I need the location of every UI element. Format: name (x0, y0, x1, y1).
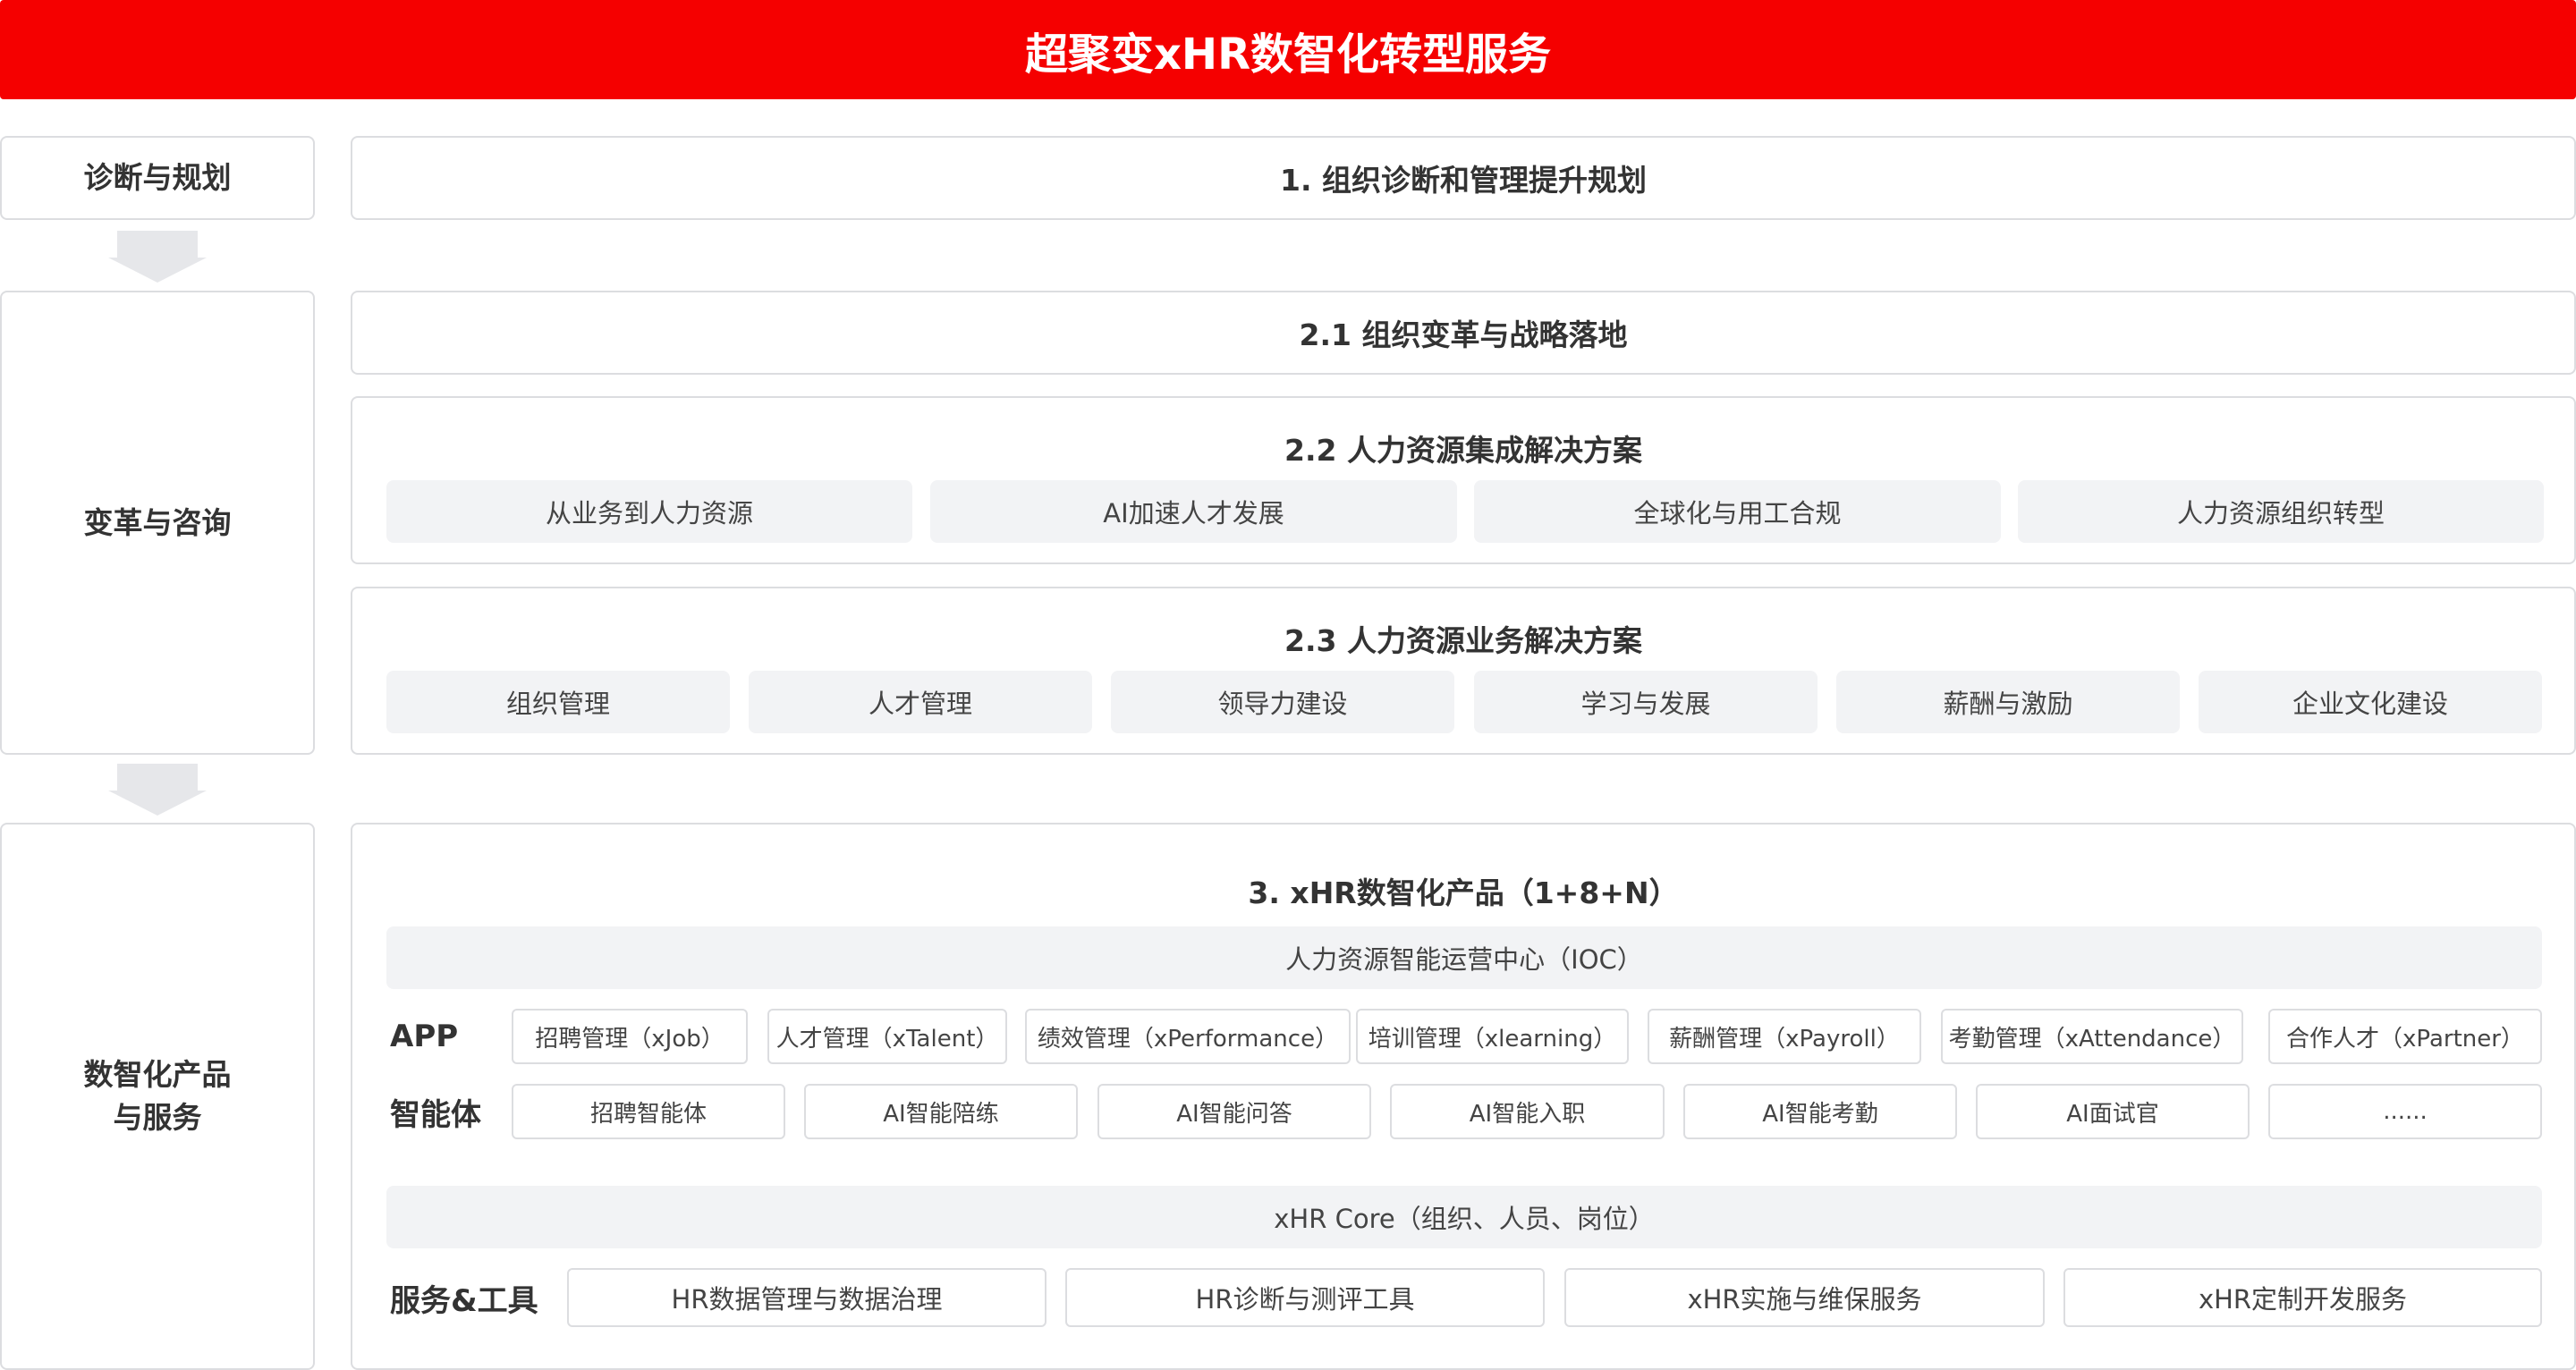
section-2-3-title: 2.3 人力资源业务解决方案 (1284, 623, 1642, 658)
app-cell: 合作人才（xPartner） (2268, 1009, 2542, 1064)
section-2-3: 2.3 人力资源业务解决方案 组织管理 人才管理 领导力建设 学习与发展 薪酬与… (351, 587, 2576, 755)
business-chip: 薪酬与激励 (1836, 671, 2180, 733)
stage-digital-label: 数智化产品 与服务 (0, 823, 315, 1370)
stage-diagnosis-label: 诊断与规划 (0, 136, 315, 220)
solution-chip: 人力资源组织转型 (2018, 480, 2544, 543)
solution-chip: AI加速人才发展 (930, 480, 1457, 543)
business-chip: 组织管理 (386, 671, 730, 733)
agent-cell: AI面试官 (1976, 1084, 2250, 1139)
solution-chip: 全球化与用工合规 (1474, 480, 2001, 543)
app-row-label: APP (390, 1019, 459, 1054)
stage-digital-line2: 与服务 (113, 1100, 202, 1135)
down-arrow-icon (108, 764, 207, 816)
section-3: 3. xHR数智化产品（1+8+N） 人力资源智能运营中心（IOC） APP 招… (351, 823, 2576, 1370)
service-cell: HR数据管理与数据治理 (567, 1268, 1046, 1327)
agent-cell: AI智能入职 (1390, 1084, 1665, 1139)
services-row-label: 服务&工具 (390, 1282, 538, 1319)
down-arrow-icon (108, 231, 207, 283)
agent-cell: AI智能考勤 (1683, 1084, 1957, 1139)
app-cell: 培训管理（xlearning） (1356, 1009, 1629, 1064)
ioc-bar: 人力资源智能运营中心（IOC） (386, 926, 2542, 989)
app-cell: 考勤管理（xAttendance） (1941, 1009, 2243, 1064)
section-2-2-title: 2.2 人力资源集成解决方案 (1284, 433, 1642, 468)
agent-row-label: 智能体 (390, 1096, 481, 1133)
page-title: 超聚变xHR数智化转型服务 (0, 0, 2576, 99)
stage-transform-label: 变革与咨询 (0, 291, 315, 755)
service-cell: xHR定制开发服务 (2063, 1268, 2542, 1327)
app-cell: 人才管理（xTalent） (767, 1009, 1007, 1064)
app-cell: 绩效管理（xPerformance） (1025, 1009, 1351, 1064)
agent-cell: 招聘智能体 (512, 1084, 785, 1139)
agent-cell: AI智能陪练 (804, 1084, 1078, 1139)
solution-chip: 从业务到人力资源 (386, 480, 912, 543)
section-3-title: 3. xHR数智化产品（1+8+N） (1248, 875, 1679, 910)
business-chip: 人才管理 (749, 671, 1092, 733)
xhr-core-bar: xHR Core（组织、人员、岗位） (386, 1186, 2542, 1248)
section-2-1-title: 2.1 组织变革与战略落地 (351, 291, 2576, 375)
section-2-2: 2.2 人力资源集成解决方案 从业务到人力资源 AI加速人才发展 全球化与用工合… (351, 396, 2576, 564)
service-cell: HR诊断与测评工具 (1065, 1268, 1545, 1327)
business-chip: 领导力建设 (1111, 671, 1454, 733)
business-chip: 企业文化建设 (2199, 671, 2542, 733)
stage-digital-line1: 数智化产品 (83, 1057, 232, 1093)
agent-cell: AI智能问答 (1097, 1084, 1371, 1139)
business-chip: 学习与发展 (1474, 671, 1818, 733)
app-cell: 薪酬管理（xPayroll） (1648, 1009, 1921, 1064)
section-1-title: 1. 组织诊断和管理提升规划 (351, 136, 2576, 220)
agent-cell: ...... (2268, 1084, 2542, 1139)
service-cell: xHR实施与维保服务 (1564, 1268, 2045, 1327)
app-cell: 招聘管理（xJob） (512, 1009, 748, 1064)
